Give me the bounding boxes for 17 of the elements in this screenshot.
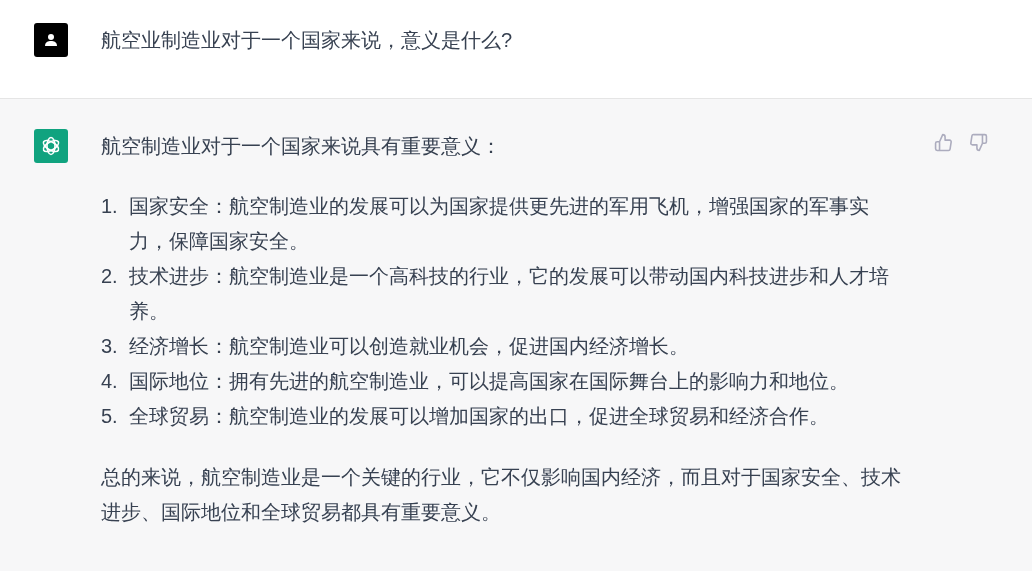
response-intro: 航空制造业对于一个国家来说具有重要意义： — [101, 134, 502, 159]
user-message: 航空业制造业对于一个国家来说，意义是什么? — [101, 28, 513, 53]
user-avatar-icon — [34, 23, 68, 57]
list-item-text: 全球贸易：航空制造业的发展可以增加国家的出口，促进全球贸易和经济合作。 — [129, 404, 830, 429]
list-item-text: 国际地位：拥有先进的航空制造业，可以提高国家在国际舞台上的影响力和地位。 — [129, 369, 850, 394]
list-number: 2. — [101, 264, 119, 289]
assistant-avatar-icon — [34, 129, 68, 163]
thumbs-down-icon[interactable] — [969, 133, 988, 152]
list-number: 3. — [101, 334, 119, 359]
list-number: 5. — [101, 404, 119, 429]
thumbs-up-icon[interactable] — [934, 133, 953, 152]
list-number: 1. — [101, 194, 119, 219]
list-item-text: 经济增长：航空制造业可以创造就业机会，促进国内经济增长。 — [129, 334, 690, 359]
list-item-text: 国家安全：航空制造业的发展可以为国家提供更先进的军用飞机，增强国家的军事实力，保障国家安全。 — [129, 194, 870, 254]
response-conclusion: 总的来说，航空制造业是一个关键的行业，它不仅影响国内经济，而且对于国家安全、技术进步、国际地位和全球贸易都具有重要意义。 — [101, 465, 902, 525]
list-number: 4. — [101, 369, 119, 394]
list-item-text: 技术进步：航空制造业是一个高科技的行业，它的发展可以带动国内科技进步和人才培养。 — [129, 264, 890, 324]
